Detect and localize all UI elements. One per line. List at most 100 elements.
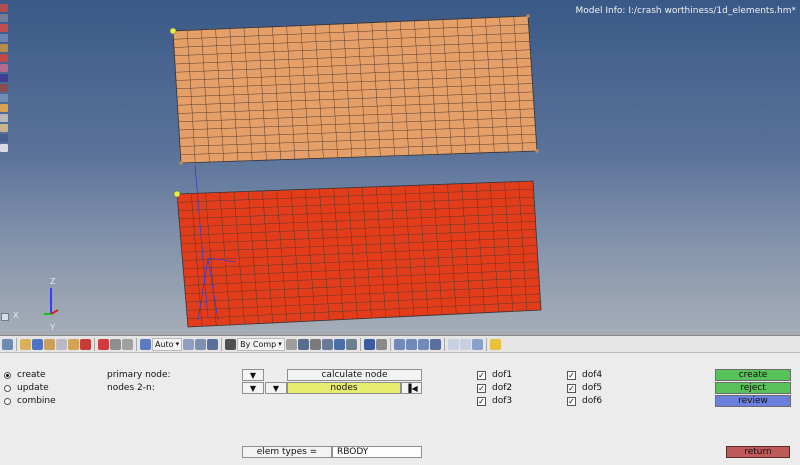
left-toolbar-strip [0,0,10,215]
arrow-right-icon[interactable] [405,338,417,350]
dof1-checkbox[interactable]: ✓ dof1 [477,370,512,380]
radio-label-update: update [17,383,49,393]
radio-combine[interactable]: combine [4,396,56,406]
line-style-icon[interactable] [309,338,321,350]
lighting-icon[interactable] [183,338,195,350]
zoom-icon[interactable] [0,34,8,42]
reset-selection-button[interactable]: ▐◀ [401,382,422,394]
iso-icon[interactable] [0,134,8,142]
graphics-viewport[interactable]: Z Y X Model Info: I:/crash worthiness/1d_e… [0,0,800,336]
model-info-label: Model Info: I:/crash worthiness/1d_eleme… [575,6,796,16]
components-icon[interactable] [20,338,31,350]
chevron-down-icon: ▼ [272,383,280,393]
component-icon[interactable] [0,114,8,122]
color-mode-icon[interactable] [140,338,151,350]
zoom-in-icon[interactable] [459,338,471,350]
node-marker [535,149,539,153]
checkbox[interactable]: ✓ [477,370,486,380]
arrow-up-icon[interactable] [417,338,429,350]
dof2-checkbox[interactable]: ✓ dof2 [477,383,512,393]
display-icon[interactable] [0,124,8,132]
dof5-label: dof5 [582,383,603,393]
by-comp-icon[interactable] [225,338,237,350]
pan-icon[interactable] [0,24,8,32]
zoom-out-icon[interactable] [447,338,459,350]
model-mesh[interactable]: Z Y X [0,0,800,336]
assemblies-icon[interactable] [32,338,43,350]
radio-button[interactable] [4,397,11,405]
toolbar-separator [359,337,361,351]
solid-view-icon[interactable] [297,338,309,350]
checkbox[interactable]: ✓ [567,396,576,406]
mask-icon[interactable] [44,338,55,350]
mesh-icon[interactable] [110,338,121,350]
auto-color-dropdown[interactable]: Auto ▾ [152,337,183,351]
dof3-checkbox[interactable]: ✓ dof3 [477,396,512,406]
radio-label-create: create [17,370,46,380]
render-icon[interactable] [0,144,8,152]
rotate-icon[interactable] [2,338,13,350]
checkbox[interactable]: ✓ [477,396,486,406]
calculate-node-label: calculate node [321,370,388,380]
calculate-node-button[interactable]: calculate node [287,369,422,381]
plane-icon[interactable] [321,338,333,350]
elem-types-button[interactable]: elem types = [242,446,332,458]
node-marker [179,161,183,165]
star-icon[interactable] [489,338,501,350]
delete-icon[interactable] [98,338,109,350]
radio-button[interactable] [4,371,11,379]
element-shape-icon[interactable] [285,338,297,350]
shading-icon[interactable] [195,338,207,350]
nodes-selector-toggle-2[interactable]: ▼ [265,382,287,394]
unmask-icon[interactable] [56,338,67,350]
element-icon[interactable] [0,104,8,112]
y-axis-label: Y [49,323,55,332]
radio-update[interactable]: update [4,383,49,393]
reject-button[interactable]: reject [715,382,791,394]
review-button[interactable]: review [715,395,791,407]
undo-view-icon[interactable] [429,338,441,350]
dof5-checkbox[interactable]: ✓ dof5 [567,383,602,393]
radio-button[interactable] [4,384,11,392]
view-icon[interactable] [0,4,8,12]
shade-icon[interactable] [0,64,8,72]
nodes-collector[interactable]: nodes [287,382,401,394]
radio-create[interactable]: create [4,370,46,380]
elem-types-field[interactable]: RBODY [332,446,422,458]
primary-node-selector-toggle[interactable]: ▼ [242,369,264,381]
checkbox[interactable]: ✓ [477,383,486,393]
x-axis-label: X [13,311,19,320]
brush-icon[interactable] [375,338,387,350]
top-shell-surface [172,15,538,164]
fit-view-icon[interactable] [471,338,483,350]
toolbar-separator [485,337,487,351]
view-orientation-icon[interactable] [1,313,9,321]
checkbox[interactable]: ✓ [567,370,576,380]
fit-icon[interactable] [0,44,8,52]
arrow-left-icon[interactable] [393,338,405,350]
toolbar-separator [94,337,95,351]
create-button-label: create [738,370,768,380]
z-axis-label: Z [50,277,56,286]
box-icon[interactable] [333,338,345,350]
screen-icon[interactable] [345,338,357,350]
create-button[interactable]: create [715,369,791,381]
node-icon[interactable] [0,94,8,102]
mesh-icon[interactable] [0,84,8,92]
grid-icon[interactable] [363,338,375,350]
geometry-icon[interactable] [122,338,133,350]
return-button[interactable]: return [726,446,790,458]
dof4-checkbox[interactable]: ✓ dof4 [567,370,602,380]
primary-node-label: primary node: [107,370,171,380]
mask-icon[interactable] [0,54,8,62]
cube-view-icon[interactable] [207,338,219,350]
display-all-icon[interactable] [80,338,91,350]
wire-icon[interactable] [0,74,8,82]
find-icon[interactable] [68,338,79,350]
nodes-selector-toggle-1[interactable]: ▼ [242,382,264,394]
dof6-checkbox[interactable]: ✓ dof6 [567,396,602,406]
checkbox[interactable]: ✓ [567,383,576,393]
rotate-icon[interactable] [0,14,8,22]
by-comp-dropdown[interactable]: By Comp ▾ [237,337,285,351]
radio-label-combine: combine [17,396,56,406]
